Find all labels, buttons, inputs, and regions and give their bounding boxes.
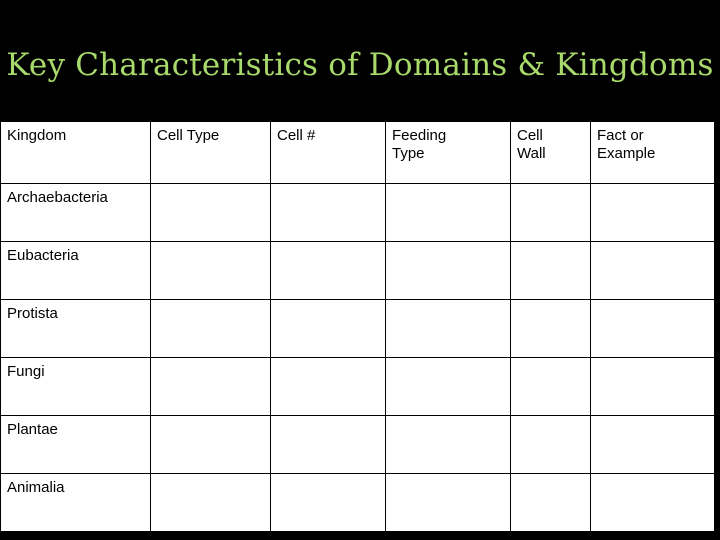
cell-kingdom: Plantae xyxy=(0,415,151,474)
cell-feeding-type[interactable] xyxy=(385,415,511,474)
cell-cell-wall[interactable] xyxy=(510,241,591,300)
column-header-cell-type: Cell Type xyxy=(150,121,271,184)
cell-fact-or-example[interactable] xyxy=(590,299,715,358)
page-title: Key Characteristics of Domains & Kingdom… xyxy=(6,47,714,83)
column-header-cell-wall: Cell Wall xyxy=(510,121,591,184)
cell-cell-number[interactable] xyxy=(270,415,386,474)
table-row: Eubacteria xyxy=(0,241,715,300)
cell-feeding-type[interactable] xyxy=(385,357,511,416)
cell-cell-wall[interactable] xyxy=(510,183,591,242)
cell-cell-number[interactable] xyxy=(270,183,386,242)
table-row: Plantae xyxy=(0,415,715,474)
cell-cell-wall[interactable] xyxy=(510,415,591,474)
characteristics-table: Kingdom Cell Type Cell # Feeding Type Ce… xyxy=(0,121,715,532)
column-header-cell-number-line1: Cell # xyxy=(277,127,316,144)
cell-fact-or-example[interactable] xyxy=(590,357,715,416)
column-header-feeding-type-line2: Type xyxy=(392,145,425,162)
slide: Key Characteristics of Domains & Kingdom… xyxy=(0,0,720,540)
cell-cell-number[interactable] xyxy=(270,357,386,416)
cell-fact-or-example[interactable] xyxy=(590,183,715,242)
column-header-cell-wall-line1: Cell xyxy=(517,127,543,144)
cell-kingdom: Eubacteria xyxy=(0,241,151,300)
table-row: Protista xyxy=(0,299,715,358)
column-header-fact-or-example-line2: Example xyxy=(597,145,656,162)
table-row: Fungi xyxy=(0,357,715,416)
table-row: Archaebacteria xyxy=(0,183,715,242)
cell-cell-type[interactable] xyxy=(150,299,271,358)
column-header-kingdom-line1: Kingdom xyxy=(7,127,67,144)
cell-cell-type[interactable] xyxy=(150,415,271,474)
cell-fact-or-example[interactable] xyxy=(590,241,715,300)
characteristics-table-container: Kingdom Cell Type Cell # Feeding Type Ce… xyxy=(0,121,715,532)
column-header-cell-number: Cell # xyxy=(270,121,386,184)
column-header-cell-type-line1: Cell Type xyxy=(157,127,220,144)
column-header-feeding-type-line1: Feeding xyxy=(392,127,447,144)
cell-cell-type[interactable] xyxy=(150,183,271,242)
column-header-cell-wall-line2: Wall xyxy=(517,145,546,162)
cell-fact-or-example[interactable] xyxy=(590,415,715,474)
cell-feeding-type[interactable] xyxy=(385,473,511,532)
table-row: Animalia xyxy=(0,473,715,532)
cell-feeding-type[interactable] xyxy=(385,241,511,300)
column-header-kingdom: Kingdom xyxy=(0,121,151,184)
table-header-row: Kingdom Cell Type Cell # Feeding Type Ce… xyxy=(0,121,715,184)
cell-cell-wall[interactable] xyxy=(510,357,591,416)
cell-cell-wall[interactable] xyxy=(510,299,591,358)
cell-cell-type[interactable] xyxy=(150,357,271,416)
column-header-fact-or-example-line1: Fact or xyxy=(597,127,644,144)
cell-cell-number[interactable] xyxy=(270,473,386,532)
cell-kingdom: Protista xyxy=(0,299,151,358)
cell-kingdom: Archaebacteria xyxy=(0,183,151,242)
cell-kingdom: Animalia xyxy=(0,473,151,532)
cell-kingdom: Fungi xyxy=(0,357,151,416)
cell-cell-number[interactable] xyxy=(270,299,386,358)
cell-cell-wall[interactable] xyxy=(510,473,591,532)
cell-cell-type[interactable] xyxy=(150,241,271,300)
cell-feeding-type[interactable] xyxy=(385,299,511,358)
cell-cell-type[interactable] xyxy=(150,473,271,532)
column-header-fact-or-example: Fact or Example xyxy=(590,121,715,184)
column-header-feeding-type: Feeding Type xyxy=(385,121,511,184)
cell-fact-or-example[interactable] xyxy=(590,473,715,532)
cell-feeding-type[interactable] xyxy=(385,183,511,242)
cell-cell-number[interactable] xyxy=(270,241,386,300)
